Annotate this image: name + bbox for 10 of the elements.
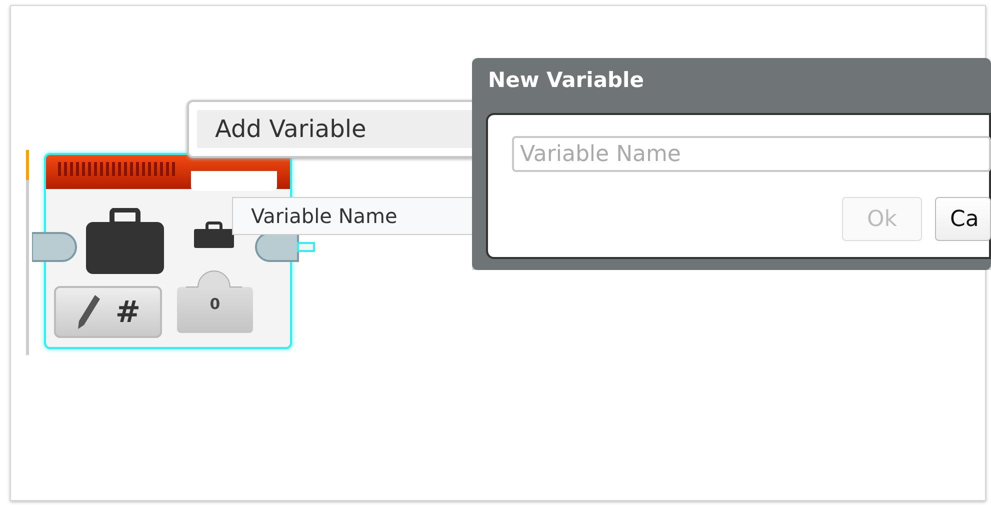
value-input[interactable]: 0 — [177, 287, 253, 333]
number-mode-label: # — [115, 294, 141, 330]
mode-selector[interactable]: # — [54, 286, 162, 338]
cancel-button[interactable]: Ca — [935, 197, 991, 241]
briefcase-icon — [193, 221, 235, 249]
variable-name-field[interactable]: Variable Name — [512, 136, 991, 172]
input-plug-icon — [32, 231, 80, 263]
briefcase-icon — [84, 208, 166, 276]
dialog-title: New Variable — [488, 68, 644, 92]
pencil-icon — [75, 293, 102, 331]
